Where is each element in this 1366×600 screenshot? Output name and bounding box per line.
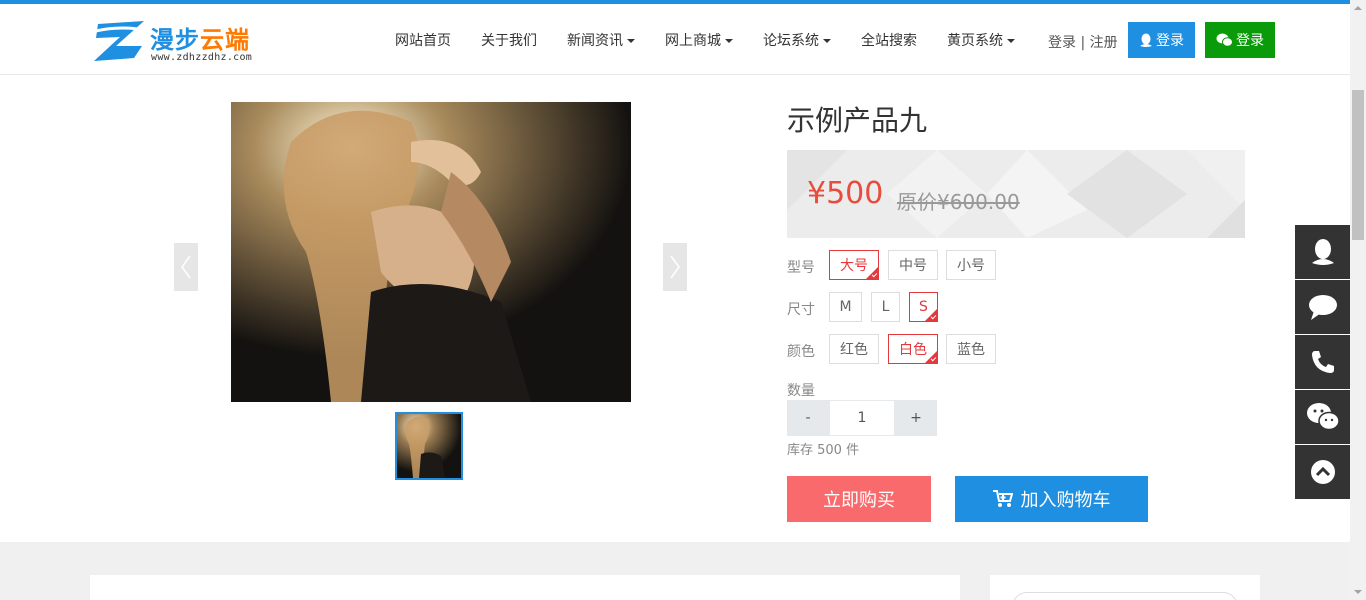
sidebar-wechat-button[interactable] bbox=[1295, 390, 1350, 444]
option-size-l[interactable]: L bbox=[871, 292, 900, 322]
qq-icon bbox=[1140, 33, 1152, 47]
qq-login-button[interactable]: 登录 bbox=[1128, 22, 1195, 58]
nav-search[interactable]: 全站搜索 bbox=[846, 30, 932, 50]
product-thumbnail[interactable] bbox=[395, 412, 463, 480]
buy-now-button[interactable]: 立即购买 bbox=[787, 476, 931, 522]
quantity-increase-button[interactable]: + bbox=[895, 400, 937, 436]
product-section: 示例产品九 ¥500 原价¥600.00 型号 大号 中号 小号 尺寸 M L … bbox=[0, 75, 1350, 542]
wechat-login-button[interactable]: 登录 bbox=[1205, 22, 1275, 58]
logo-z-icon bbox=[91, 21, 144, 61]
main-nav: 网站首页 关于我们 新闻资讯 网上商城 论坛系统 全站搜索 黄页系统 bbox=[380, 4, 1030, 75]
gallery-prev-button[interactable] bbox=[174, 243, 198, 291]
auth-links: 登录 | 注册 bbox=[1048, 32, 1118, 52]
gallery-next-button[interactable] bbox=[663, 243, 687, 291]
back-to-top-button[interactable] bbox=[1295, 445, 1350, 499]
add-to-cart-button[interactable]: 加入购物车 bbox=[955, 476, 1148, 522]
scroll-down-arrow-icon[interactable] bbox=[1354, 590, 1362, 594]
chevron-down-icon bbox=[725, 38, 733, 43]
option-model-small[interactable]: 小号 bbox=[946, 250, 996, 280]
logo-name: 漫步云端 bbox=[150, 26, 250, 54]
site-logo[interactable]: 漫步云端 www.zdhzzdhz.com bbox=[90, 18, 280, 68]
auth-separator: | bbox=[1080, 35, 1086, 51]
option-label-model: 型号 bbox=[787, 260, 815, 276]
current-price: ¥500 bbox=[807, 176, 884, 211]
chevron-down-icon bbox=[1007, 38, 1015, 43]
quantity-input[interactable] bbox=[829, 400, 895, 436]
quantity-decrease-button[interactable]: - bbox=[787, 400, 829, 436]
product-title: 示例产品九 bbox=[787, 104, 928, 137]
nav-yellowpages[interactable]: 黄页系统 bbox=[932, 30, 1030, 50]
site-header: 漫步云端 www.zdhzzdhz.com 网站首页 关于我们 新闻资讯 网上商… bbox=[0, 4, 1350, 75]
qq-icon bbox=[1311, 239, 1334, 265]
original-price: 原价¥600.00 bbox=[897, 190, 1020, 214]
nav-news[interactable]: 新闻资讯 bbox=[552, 30, 650, 50]
option-color-blue[interactable]: 蓝色 bbox=[946, 334, 996, 364]
chevron-down-icon bbox=[627, 38, 635, 43]
product-main-image bbox=[231, 102, 631, 402]
sidebar-chat-button[interactable] bbox=[1295, 280, 1350, 334]
side-toolbar bbox=[1295, 225, 1350, 500]
logo-url: www.zdhzzdhz.com bbox=[151, 52, 253, 63]
register-link[interactable]: 注册 bbox=[1090, 35, 1118, 51]
quantity-label: 数量 bbox=[787, 383, 815, 399]
side-search-input[interactable] bbox=[1012, 592, 1238, 600]
cart-icon bbox=[992, 490, 1013, 507]
nav-shop[interactable]: 网上商城 bbox=[650, 30, 748, 50]
price-panel: ¥500 原价¥600.00 bbox=[787, 150, 1245, 238]
scrollbar-thumb[interactable] bbox=[1352, 90, 1364, 240]
option-color-red[interactable]: 红色 bbox=[829, 334, 879, 364]
sidebar-phone-button[interactable] bbox=[1295, 335, 1350, 389]
option-model-large[interactable]: 大号 bbox=[829, 250, 879, 280]
scroll-up-arrow-icon[interactable] bbox=[1354, 6, 1362, 10]
nav-home[interactable]: 网站首页 bbox=[380, 30, 466, 50]
nav-about[interactable]: 关于我们 bbox=[466, 30, 552, 50]
option-model-medium[interactable]: 中号 bbox=[888, 250, 938, 280]
option-label-color: 颜色 bbox=[787, 344, 815, 360]
option-size-s[interactable]: S bbox=[909, 292, 938, 322]
nav-forum[interactable]: 论坛系统 bbox=[748, 30, 846, 50]
option-color-white[interactable]: 白色 bbox=[888, 334, 938, 364]
login-link[interactable]: 登录 bbox=[1048, 35, 1076, 51]
chat-bubble-icon bbox=[1308, 295, 1337, 320]
option-size-m[interactable]: M bbox=[829, 292, 862, 322]
back-to-top-icon bbox=[1310, 460, 1335, 484]
option-label-size: 尺寸 bbox=[787, 302, 815, 318]
chevron-right-icon bbox=[670, 255, 680, 279]
wechat-icon bbox=[1306, 403, 1340, 431]
chevron-down-icon bbox=[823, 38, 831, 43]
chevron-left-icon bbox=[181, 255, 191, 279]
page-scrollbar[interactable] bbox=[1350, 0, 1366, 600]
product-detail-panel bbox=[90, 575, 960, 600]
wechat-icon bbox=[1216, 33, 1233, 47]
stock-count: 库存 500 件 bbox=[787, 443, 860, 458]
phone-icon bbox=[1311, 351, 1334, 373]
sidebar-qq-button[interactable] bbox=[1295, 225, 1350, 279]
